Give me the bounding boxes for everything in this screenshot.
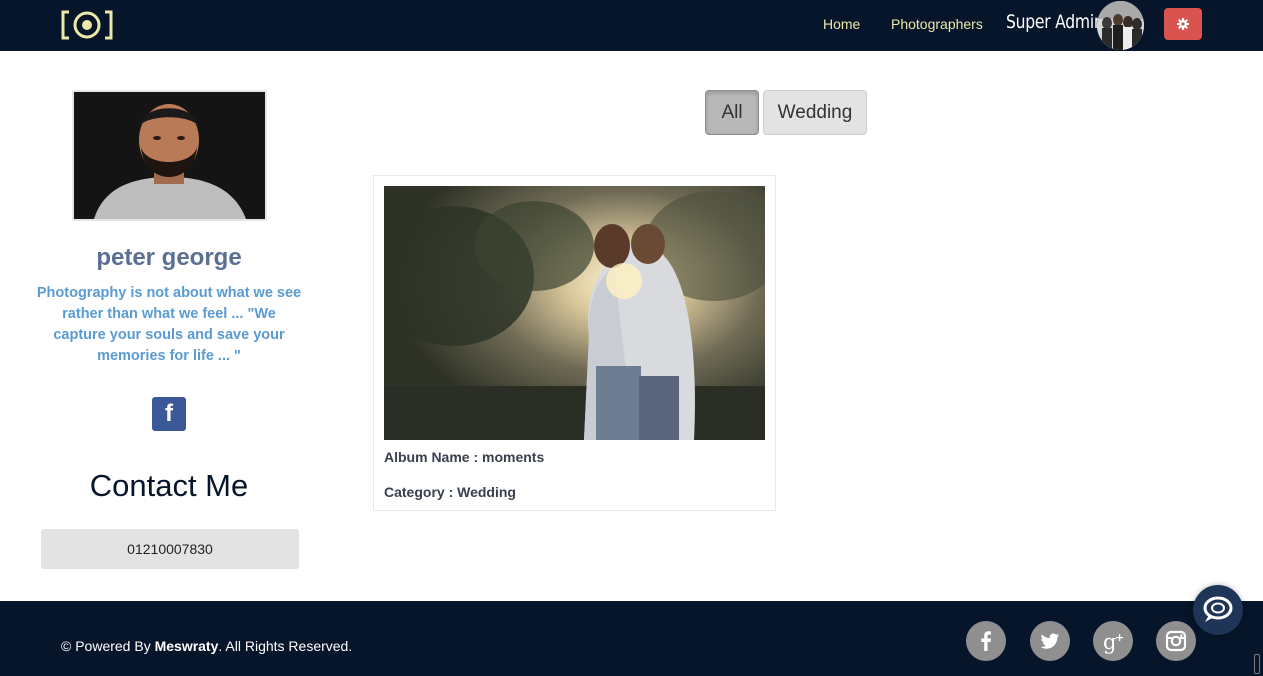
- footer-google-plus-link[interactable]: g +: [1093, 621, 1133, 661]
- footer: © Powered By Meswraty. All Rights Reserv…: [0, 601, 1263, 676]
- brand-name: Meswraty: [154, 638, 219, 654]
- nav-home-link[interactable]: Home: [823, 16, 860, 32]
- footer-twitter-link[interactable]: [1030, 621, 1070, 661]
- contact-title: Contact Me: [89, 468, 249, 503]
- nav-photographers-link[interactable]: Photographers: [891, 16, 983, 32]
- settings-button[interactable]: [1164, 8, 1202, 40]
- album-name: Album Name : moments: [384, 449, 545, 465]
- footer-instagram-link[interactable]: [1156, 621, 1196, 661]
- footer-facebook-link[interactable]: [966, 621, 1006, 661]
- instagram-icon: [1165, 630, 1187, 652]
- profile-photo: [72, 90, 267, 221]
- user-avatar[interactable]: [1097, 1, 1144, 50]
- album-cover-image[interactable]: [384, 186, 765, 440]
- svg-text:+: +: [1115, 631, 1124, 644]
- filter-wedding-button[interactable]: Wedding: [763, 90, 867, 135]
- scroll-handle[interactable]: [1254, 654, 1260, 674]
- top-navbar: Home Photographers Super Admin: [0, 0, 1263, 51]
- facebook-icon: [981, 631, 991, 651]
- google-plus-icon: g +: [1103, 630, 1124, 654]
- user-name[interactable]: Super Admin: [1006, 11, 1104, 33]
- profile-facebook-link[interactable]: f: [152, 397, 186, 431]
- photographer-name: peter george: [96, 244, 242, 271]
- live-chat-button[interactable]: [1193, 585, 1243, 635]
- chat-bubble-icon: [1203, 596, 1233, 622]
- copyright-suffix: . All Rights Reserved.: [218, 638, 353, 654]
- gear-icon: [1177, 18, 1189, 30]
- copyright-text: © Powered By Meswraty. All Rights Reserv…: [61, 638, 352, 654]
- photographer-quote: Photography is not about what we see rat…: [36, 285, 302, 364]
- facebook-icon: f: [165, 400, 173, 427]
- copyright-prefix: © Powered By: [61, 638, 155, 654]
- twitter-icon: [1040, 633, 1059, 649]
- album-category: Category : Wedding: [384, 484, 516, 500]
- filter-all-button[interactable]: All: [705, 90, 759, 135]
- album-card[interactable]: Album Name : moments Category : Wedding: [373, 175, 776, 511]
- phone-number: 01210007830: [41, 529, 299, 569]
- camera-lens-logo-icon[interactable]: [61, 9, 113, 41]
